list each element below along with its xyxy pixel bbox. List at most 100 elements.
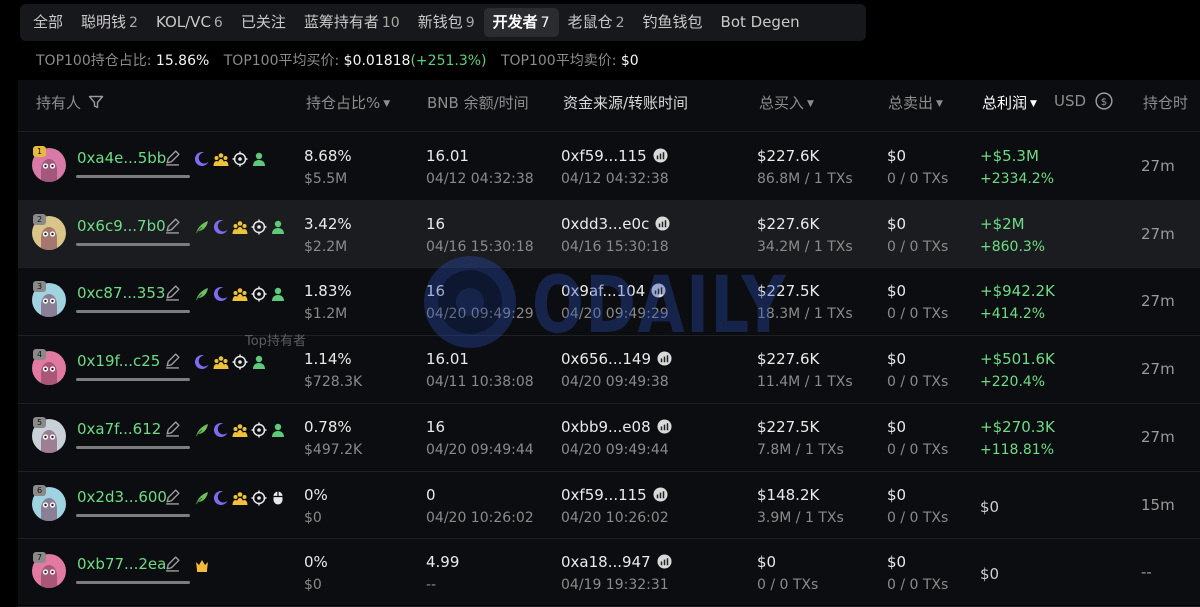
edit-icon[interactable]: [164, 284, 181, 301]
wallet-address-link[interactable]: 0xa4e...5bb: [77, 149, 166, 167]
wallet-address-link[interactable]: 0x19f...c25: [77, 352, 160, 370]
edit-icon[interactable]: [164, 555, 181, 572]
tab-3[interactable]: 已关注: [232, 8, 295, 37]
total-buy-txs: 86.8M / 1 TXs: [757, 171, 853, 187]
edit-icon[interactable]: [164, 352, 181, 369]
person-icon[interactable]: [270, 219, 286, 235]
table-row[interactable]: 6 0x2d3...600 0% $0 0 04/20 10:26:02 0xf59...…: [18, 471, 1200, 538]
purple-moon-icon[interactable]: [194, 151, 210, 167]
total-sell: $0: [887, 418, 907, 436]
target-icon[interactable]: [232, 354, 248, 370]
edit-icon[interactable]: [164, 420, 181, 437]
purple-moon-icon[interactable]: [213, 219, 229, 235]
tab-label: 新钱包: [417, 13, 463, 31]
purple-moon-icon[interactable]: [213, 286, 229, 302]
tab-7[interactable]: 老鼠仓 2: [559, 8, 634, 37]
person-icon[interactable]: [251, 354, 267, 370]
bscscan-icon[interactable]: [657, 351, 672, 366]
bscscan-icon[interactable]: [651, 283, 666, 298]
header-total-buy[interactable]: 总买入 ▼: [759, 92, 814, 113]
tab-6[interactable]: 开发者 7: [483, 8, 559, 37]
bnb-balance: 16.01: [426, 350, 469, 368]
tab-4[interactable]: 蓝筹持有者 10: [295, 8, 409, 37]
target-icon[interactable]: [251, 219, 267, 235]
group-icon[interactable]: [232, 286, 248, 302]
wallet-address-link[interactable]: 0x2d3...600: [77, 488, 167, 506]
funding-source-address: 0x656...149: [561, 350, 651, 368]
header-total-sell[interactable]: 总卖出 ▼: [888, 92, 943, 113]
leaf-icon[interactable]: [194, 219, 210, 235]
funding-source-link[interactable]: 0xf59...115: [561, 147, 668, 165]
edit-icon[interactable]: [164, 149, 181, 166]
bscscan-icon[interactable]: [653, 487, 668, 502]
total-buy: $227.6K: [757, 147, 820, 165]
table-row[interactable]: 5 0xa7f...612 0.78% $497.2K 16 04/20 09:49:4…: [18, 403, 1200, 470]
funding-source-link[interactable]: 0x656...149: [561, 350, 672, 368]
bscscan-icon[interactable]: [657, 419, 672, 434]
table-row[interactable]: 4 0x19f...c25 1.14% $728.3K 16.01 04/11 10:3…: [18, 335, 1200, 402]
bscscan-icon[interactable]: [655, 216, 670, 231]
tab-label: 开发者: [492, 13, 538, 31]
crown-icon[interactable]: [194, 557, 210, 573]
header-holding-pct[interactable]: 持仓占比% ▼: [306, 92, 390, 113]
wallet-address-link[interactable]: 0xa7f...612: [77, 420, 161, 438]
person-icon[interactable]: [251, 151, 267, 167]
funding-time: 04/20 09:49:38: [561, 374, 669, 390]
filter-icon[interactable]: [88, 94, 104, 110]
bscscan-icon[interactable]: [657, 554, 672, 569]
rank-badge: 4: [33, 349, 46, 360]
wallet-address-link[interactable]: 0x6c9...7b0: [77, 217, 166, 235]
table-row[interactable]: 1 0xa4e...5bb 8.68% $5.5M 16.01 04/12 04:32:…: [18, 132, 1200, 199]
target-icon[interactable]: [251, 286, 267, 302]
mouse-icon[interactable]: [270, 490, 286, 506]
funding-source-link[interactable]: 0xbb9...e08: [561, 418, 672, 436]
target-icon[interactable]: [251, 422, 267, 438]
funding-source-link[interactable]: 0xdd3...e0c: [561, 215, 670, 233]
tab-9[interactable]: Bot Degen: [712, 8, 809, 37]
funding-source-address: 0x9af...104: [561, 282, 646, 300]
target-icon[interactable]: [251, 490, 267, 506]
currency-toggle[interactable]: USD $: [1054, 92, 1113, 110]
bscscan-icon[interactable]: [653, 148, 668, 163]
wallet-address-link[interactable]: 0xb77...2ea: [77, 555, 166, 573]
profit-pct: +414.2%: [980, 306, 1046, 322]
group-icon[interactable]: [232, 422, 248, 438]
leaf-icon[interactable]: [194, 490, 210, 506]
tab-5[interactable]: 新钱包 9: [409, 8, 484, 37]
table-row[interactable]: 2 0x6c9...7b0 3.42% $2.2M 16 04/16 15:30:18 0…: [18, 200, 1200, 267]
header-bnb-balance: BNB 余额/时间: [427, 94, 529, 112]
group-icon[interactable]: [213, 354, 229, 370]
purple-moon-icon[interactable]: [194, 354, 210, 370]
rank-badge: 7: [33, 552, 46, 563]
person-icon[interactable]: [270, 286, 286, 302]
total-buy: $227.6K: [757, 350, 820, 368]
funding-source-link[interactable]: 0xf59...115: [561, 486, 668, 504]
header-total-profit-label: 总利润: [982, 94, 1028, 112]
bnb-time: 04/16 15:30:18: [426, 239, 534, 255]
header-total-profit[interactable]: 总利润 ▼: [982, 92, 1037, 113]
funding-source-link[interactable]: 0x9af...104: [561, 282, 666, 300]
tab-label: 蓝筹持有者: [303, 13, 379, 31]
tab-8[interactable]: 钓鱼钱包: [634, 8, 712, 37]
leaf-icon[interactable]: [194, 422, 210, 438]
edit-icon[interactable]: [164, 217, 181, 234]
group-icon[interactable]: [232, 490, 248, 506]
profit-pct: +220.4%: [980, 374, 1046, 390]
table-row[interactable]: 3 0xc87...353 1.83% $1.2M 16 04/20 09:49:29 0…: [18, 267, 1200, 334]
purple-moon-icon[interactable]: [213, 422, 229, 438]
tab-0[interactable]: 全部: [24, 8, 72, 37]
tab-1[interactable]: 聪明钱 2: [72, 8, 147, 37]
tab-2[interactable]: KOL/VC 6: [147, 8, 232, 37]
person-icon[interactable]: [270, 422, 286, 438]
table-row[interactable]: 7 0xb77...2ea 0% $0 4.99 -- 0xa18...947 04/19 …: [18, 538, 1200, 605]
group-icon[interactable]: [232, 219, 248, 235]
target-icon[interactable]: [232, 151, 248, 167]
total-sell: $0: [887, 282, 907, 300]
leaf-icon[interactable]: [194, 286, 210, 302]
group-icon[interactable]: [213, 151, 229, 167]
edit-icon[interactable]: [164, 488, 181, 505]
purple-moon-icon[interactable]: [213, 490, 229, 506]
wallet-address-link[interactable]: 0xc87...353: [77, 284, 165, 302]
funding-source-link[interactable]: 0xa18...947: [561, 553, 672, 571]
header-holder[interactable]: 持有人: [36, 92, 104, 113]
